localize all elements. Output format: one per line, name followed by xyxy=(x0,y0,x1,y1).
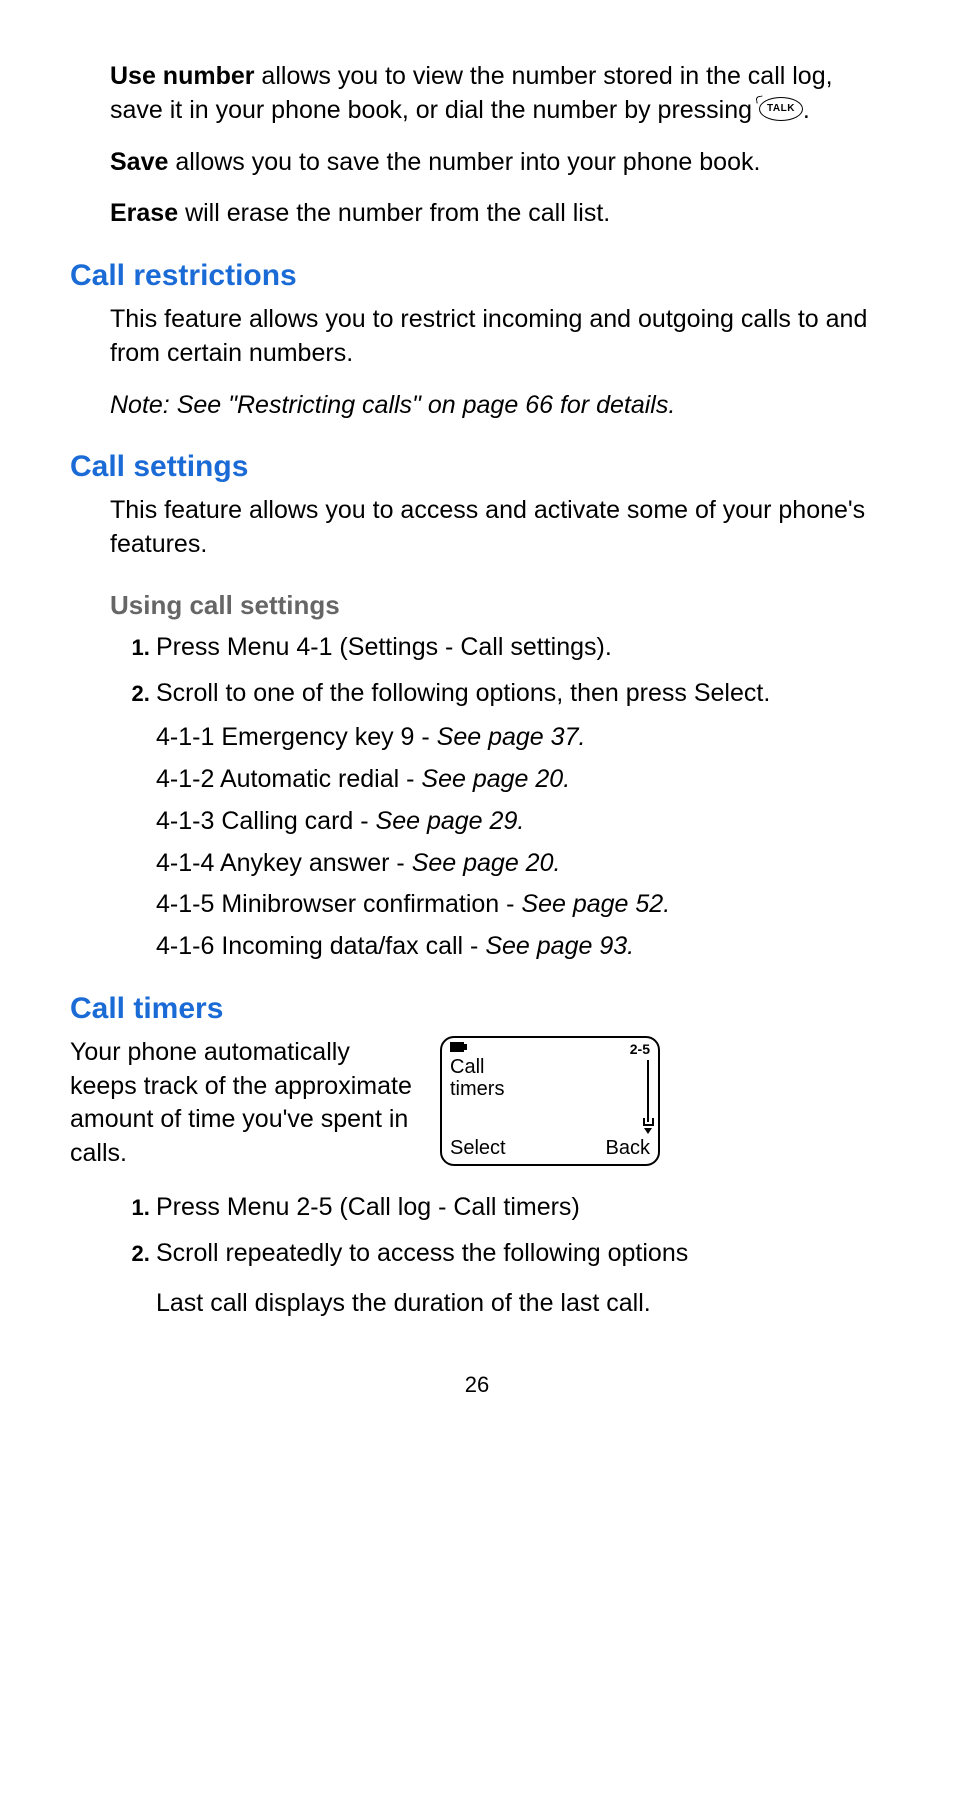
screen-right-softkey: Back xyxy=(606,1137,650,1160)
call-restrictions-note: Note: See "Restricting calls" on page 66… xyxy=(110,389,884,423)
page-number: 26 xyxy=(70,1372,884,1398)
call-settings-steps: Press Menu 4-1 (Settings - Call settings… xyxy=(110,629,884,712)
call-timers-intro: Your phone automatically keeps track of … xyxy=(70,1036,420,1189)
talk-key-icon: TALK xyxy=(759,97,803,121)
settings-ref-1: 4-1-1 Emergency key 9 - See page 37. xyxy=(156,721,884,755)
call-settings-step-1: Press Menu 4-1 (Settings - Call settings… xyxy=(156,629,884,665)
settings-ref-5: 4-1-5 Minibrowser confirmation - See pag… xyxy=(156,888,884,922)
scroll-indicator-icon xyxy=(644,1060,652,1134)
settings-ref-4: 4-1-4 Anykey answer - See page 20. xyxy=(156,847,884,881)
settings-ref-2: 4-1-2 Automatic redial - See page 20. xyxy=(156,763,884,797)
call-restrictions-heading: Call restrictions xyxy=(70,259,884,293)
save-paragraph: Save allows you to save the number into … xyxy=(110,146,884,180)
last-call-label: Last call xyxy=(156,1289,248,1317)
call-timers-step-1: Press Menu 2-5 (Call log - Call timers) xyxy=(156,1189,884,1225)
call-timers-steps: Press Menu 2-5 (Call log - Call timers) … xyxy=(110,1189,884,1322)
call-settings-heading: Call settings xyxy=(70,450,884,484)
settings-ref-3: 4-1-3 Calling card - See page 29. xyxy=(156,805,884,839)
battery-icon xyxy=(450,1042,464,1052)
erase-label: Erase xyxy=(110,199,178,227)
phone-screen-illustration: 2-5 Call timers Select Back xyxy=(440,1036,660,1166)
save-label: Save xyxy=(110,148,168,176)
using-call-settings-heading: Using call settings xyxy=(110,590,884,621)
call-timers-heading: Call timers xyxy=(70,992,884,1026)
erase-paragraph: Erase will erase the number from the cal… xyxy=(110,197,884,231)
call-timers-step-2: Scroll repeatedly to access the followin… xyxy=(156,1235,884,1322)
call-settings-step-2: Scroll to one of the following options, … xyxy=(156,675,884,711)
use-number-label: Use number xyxy=(110,62,254,90)
call-settings-body: This feature allows you to access and ac… xyxy=(110,494,884,562)
screen-line-2: timers xyxy=(450,1078,650,1100)
screen-line-1: Call xyxy=(450,1056,650,1078)
call-restrictions-body: This feature allows you to restrict inco… xyxy=(110,303,884,371)
screen-left-softkey: Select xyxy=(450,1137,506,1160)
screen-menu-number: 2-5 xyxy=(630,1042,650,1056)
use-number-paragraph: Use number allows you to view the number… xyxy=(110,60,884,128)
settings-ref-6: 4-1-6 Incoming data/fax call - See page … xyxy=(156,930,884,964)
